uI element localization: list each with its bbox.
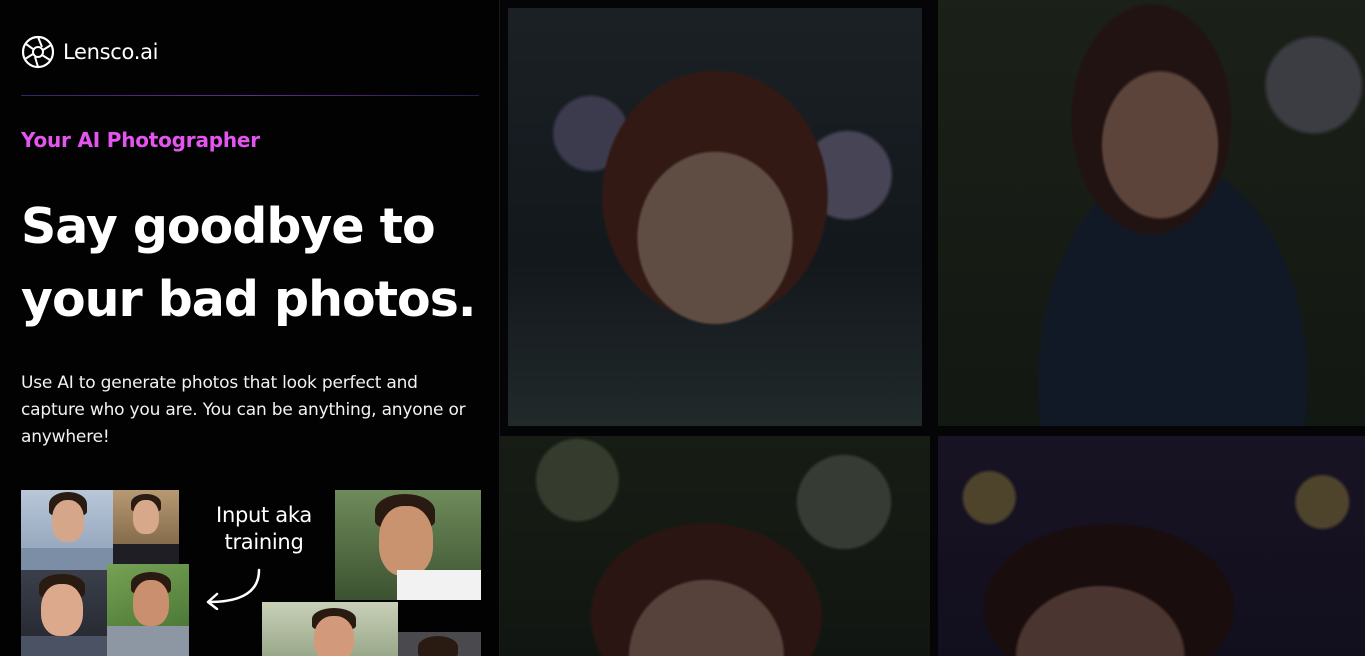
page-title: Say goodbye to your bad photos. xyxy=(21,190,491,336)
aperture-icon xyxy=(21,35,55,69)
generated-photo-gallery xyxy=(500,0,1365,656)
hero-panel: Lensco.ai Your AI Photographer Say goodb… xyxy=(0,0,500,656)
input-training-label: Input aka training xyxy=(209,502,319,556)
training-photo xyxy=(21,570,107,656)
training-photo xyxy=(398,632,481,656)
headline-line-1: Say goodbye to xyxy=(21,198,436,255)
generated-photo xyxy=(938,436,1365,656)
curved-arrow-icon xyxy=(206,568,261,610)
training-photo xyxy=(21,490,113,570)
generated-photo xyxy=(938,0,1365,426)
generated-photo xyxy=(500,436,930,656)
header-divider xyxy=(21,95,479,96)
headline-line-2: your bad photos. xyxy=(21,271,476,328)
brand-name: Lensco.ai xyxy=(63,40,159,64)
brand-logo[interactable]: Lensco.ai xyxy=(21,35,159,69)
tagline: Your AI Photographer xyxy=(21,128,260,152)
training-photo-collage: Input aka training xyxy=(21,490,481,656)
training-photo xyxy=(113,490,179,570)
generated-photo xyxy=(508,8,922,426)
input-label-line-2: training xyxy=(224,530,304,554)
hero-description: Use AI to generate photos that look perf… xyxy=(21,373,466,447)
training-photo xyxy=(107,564,189,656)
input-label-line-1: Input aka xyxy=(216,503,312,527)
training-photo xyxy=(262,602,398,656)
training-photo xyxy=(335,490,481,600)
